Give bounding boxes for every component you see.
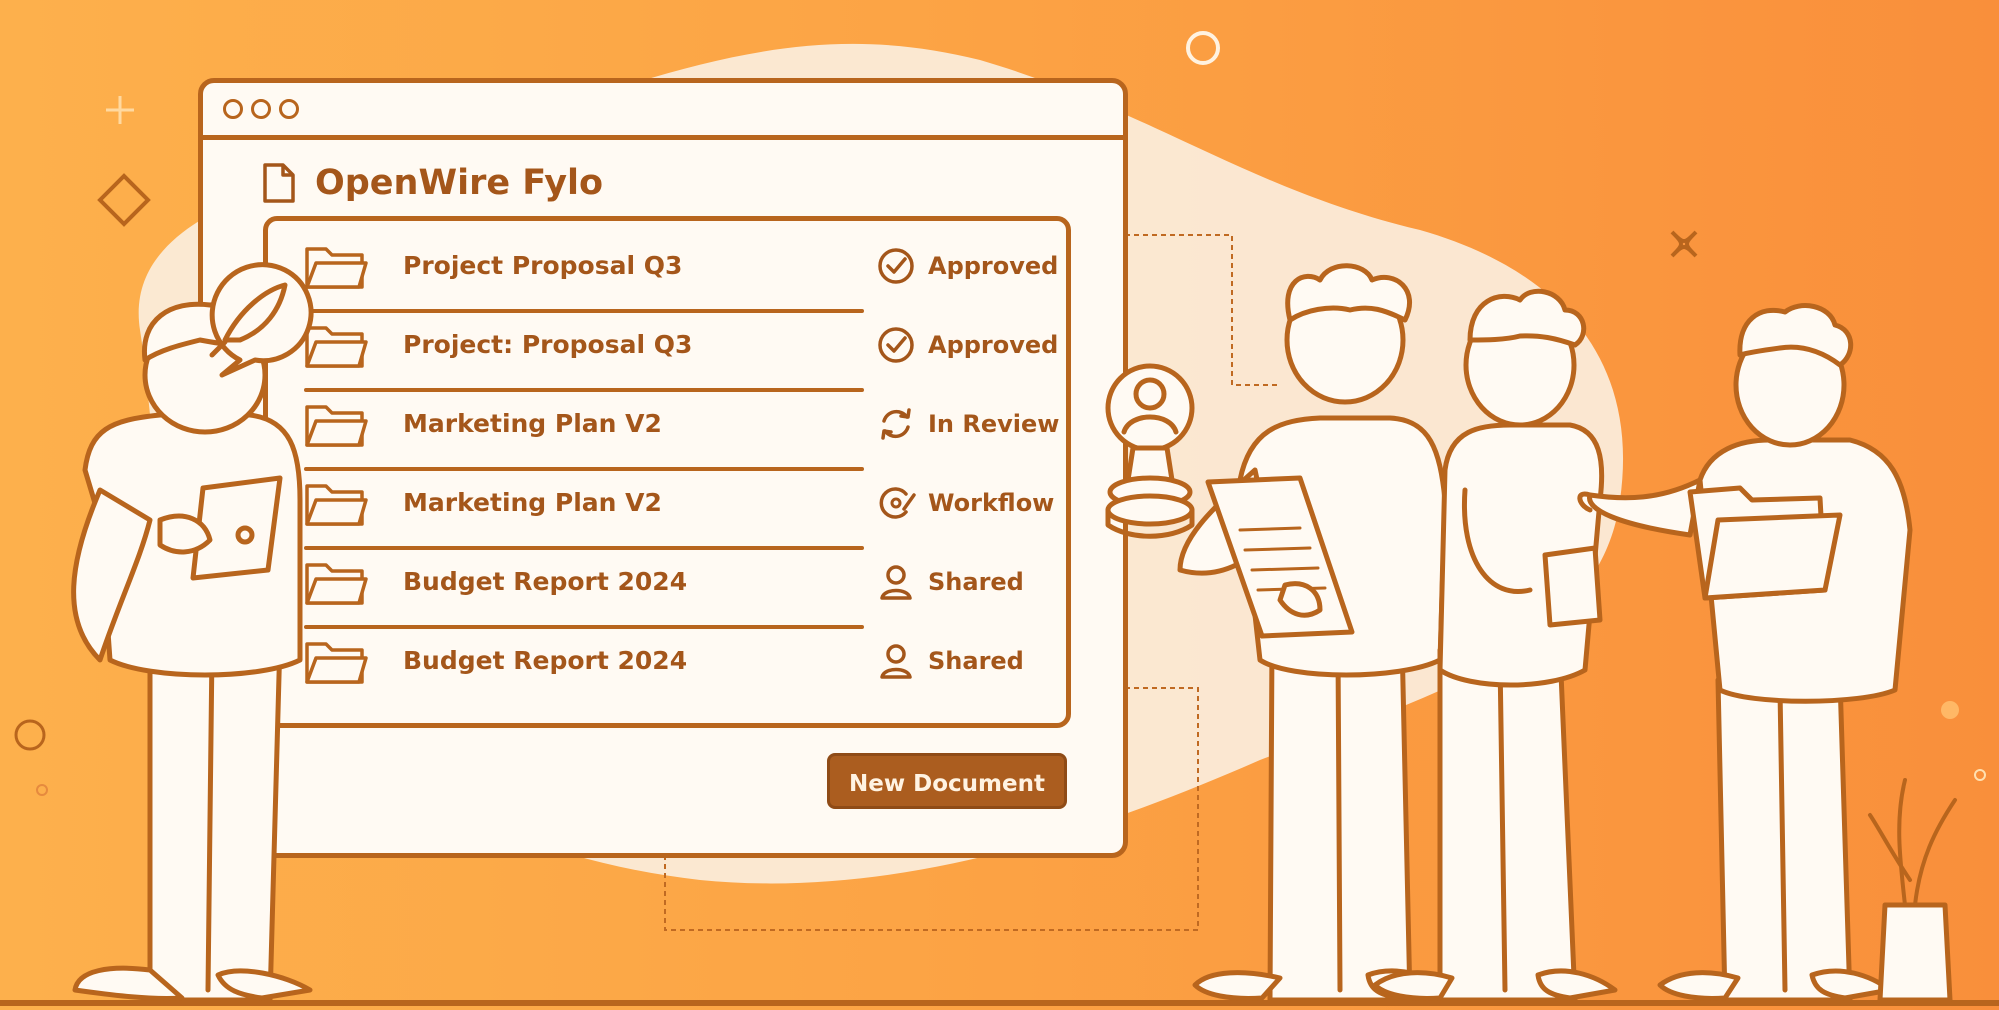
people-illustration bbox=[71, 262, 1957, 1003]
illustration-scene: OpenWire Fylo Project Proposal Q3 Approv… bbox=[0, 0, 1999, 1010]
person-m1-hair bbox=[1285, 263, 1413, 323]
clipboard-tablet bbox=[1542, 545, 1603, 628]
person-right-shoe bbox=[1657, 970, 1741, 1001]
plant-pot-icon bbox=[1868, 778, 1957, 1003]
person-left-legs bbox=[147, 637, 283, 1003]
person-m2-hair bbox=[1467, 288, 1587, 348]
approval-stamp-icon bbox=[1105, 363, 1195, 539]
person-right-arm bbox=[1587, 477, 1703, 538]
person-m2-shoe bbox=[1535, 968, 1618, 1001]
person-right bbox=[1577, 303, 1913, 1003]
person-middle-1 bbox=[1177, 263, 1453, 1003]
person-left bbox=[71, 262, 314, 1003]
person-m2-shoe bbox=[1372, 970, 1455, 1001]
person-m2-legs bbox=[1437, 647, 1578, 1003]
person-m1-shoe bbox=[1192, 970, 1283, 1001]
